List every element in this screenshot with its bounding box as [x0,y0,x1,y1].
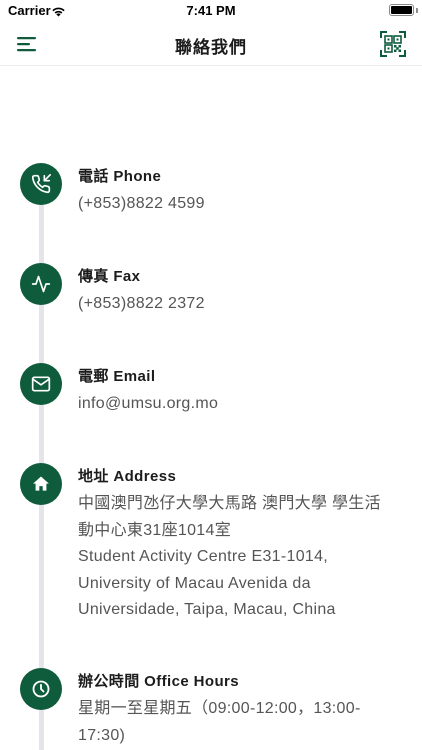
status-bar: Carrier 7:41 PM [0,0,422,22]
address-line: Universidade, Taipa, Macau, China [78,601,336,618]
page-title: 聯絡我們 [175,38,247,57]
fax-number[interactable]: (+853)8822 2372 [78,291,398,318]
phone-incoming-icon [20,163,62,205]
address-line: 中國澳門氹仔大學大馬路 澳門大學 學生活 [78,495,381,512]
hamburger-menu-icon[interactable] [16,34,38,54]
office-hours-line: 17:30) [78,726,126,744]
address-line: University of Macau Avenida da [78,574,311,592]
address-title: 地址 Address [78,468,177,485]
activity-pulse-icon [20,263,62,305]
clock: 7:41 PM [186,3,236,18]
office-hours-title: 辦公時間 Office Hours [78,673,239,690]
phone-title: 電話 Phone [78,168,162,185]
navigation-bar: 聯絡我們 [0,22,422,66]
office-hours-line: 星期一至星期五（09:00-12:00，13:00- [78,700,361,717]
email-address[interactable]: info@umsu.org.mo [78,391,398,418]
phone-number[interactable]: (+853)8822 4599 [78,191,398,218]
email-title: 電郵 Email [78,368,156,385]
home-icon [20,463,62,505]
battery-icon [389,4,414,16]
address-line: 動中心東31座1014室 [78,521,231,539]
mail-icon [20,363,62,405]
clock-icon [20,668,62,710]
fax-title: 傳真 Fax [78,268,141,285]
qr-code-icon[interactable] [380,31,406,57]
battery-tip [416,8,418,13]
address-text[interactable]: 中國澳門氹仔大學大馬路 澳門大學 學生活 動中心東31座1014室 Studen… [78,491,398,624]
timeline-line [39,170,44,750]
office-hours-text: 星期一至星期五（09:00-12:00，13:00- 17:30) [78,696,398,749]
address-line: Student Activity Centre E31-1014, [78,548,329,565]
